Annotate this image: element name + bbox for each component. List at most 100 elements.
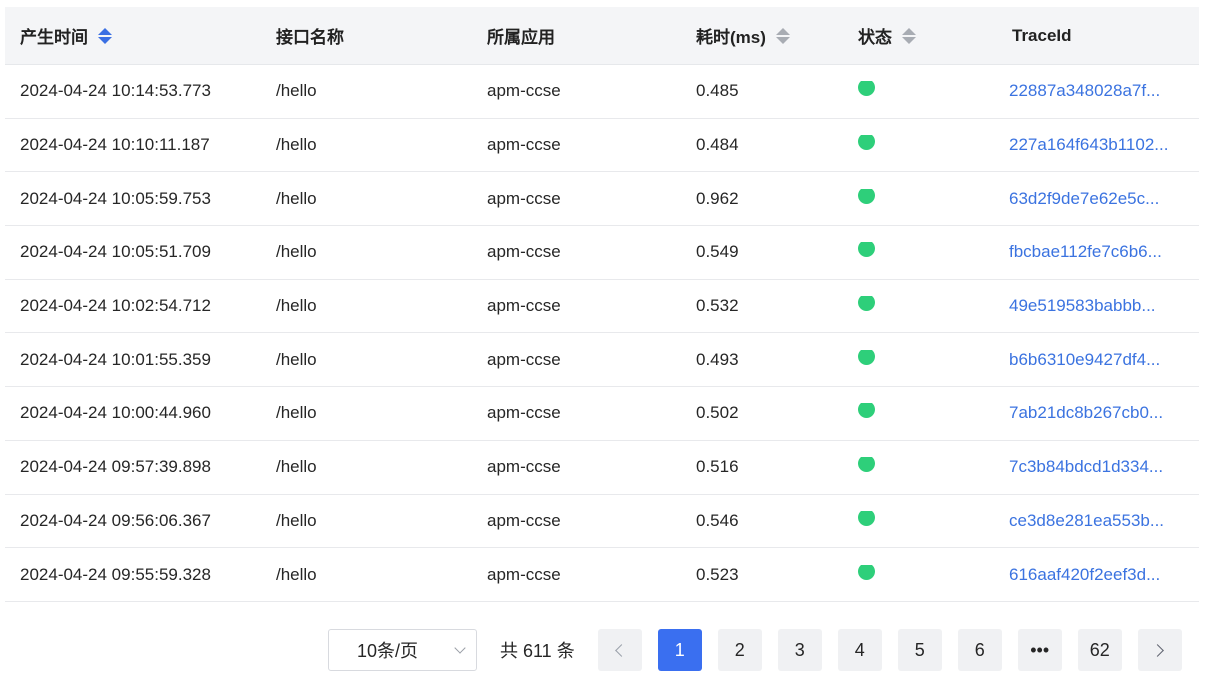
cell-app: apm-ccse bbox=[487, 188, 561, 208]
table-row: 2024-04-24 10:02:54.712/hello apm-ccse 0.5… bbox=[5, 280, 1199, 334]
cell-status bbox=[845, 296, 993, 316]
sort-icon[interactable] bbox=[775, 27, 790, 44]
cell-duration: 0.493 bbox=[696, 349, 739, 369]
next-page-button[interactable] bbox=[1137, 629, 1182, 671]
cell-duration: 0.516 bbox=[696, 457, 739, 477]
cell-time: 2024-04-24 10:01:55.359 bbox=[20, 349, 211, 369]
cell-api: /hello bbox=[276, 81, 317, 101]
cell-status bbox=[845, 242, 993, 262]
sort-icon[interactable] bbox=[98, 27, 112, 44]
cell-duration: 0.962 bbox=[696, 188, 739, 208]
traceid-link[interactable]: 63d2f9de7e62e5c... bbox=[993, 189, 1199, 209]
cell-app: apm-ccse bbox=[487, 564, 561, 584]
cell-status bbox=[845, 135, 993, 155]
status-dot-icon bbox=[858, 457, 875, 473]
cell-app: apm-ccse bbox=[487, 349, 561, 369]
cell-status bbox=[845, 403, 993, 423]
page-button[interactable]: 6 bbox=[957, 629, 1002, 671]
cell-status bbox=[845, 188, 993, 209]
table-row: 2024-04-24 10:05:51.709/hello apm-ccse 0.5… bbox=[5, 226, 1199, 280]
traceid-link[interactable]: 7c3b84bdcd1d334... bbox=[993, 457, 1199, 477]
cell-status bbox=[845, 349, 993, 370]
traceid-link[interactable]: 227a164f643b1102... bbox=[993, 135, 1199, 155]
column-header-api: 接口名称 bbox=[276, 28, 344, 47]
cell-status bbox=[845, 510, 993, 531]
table-row: 2024-04-24 10:14:53.773/hello apm-ccse 0.4… bbox=[5, 65, 1199, 119]
table-body: 2024-04-24 10:14:53.773/hello apm-ccse 0.4… bbox=[5, 65, 1199, 602]
cell-api: /hello bbox=[276, 135, 317, 155]
pagination: 10条/页 共 611 条 1 2 3 4 5 6 ••• 62 bbox=[328, 629, 1182, 671]
cell-app: apm-ccse bbox=[487, 457, 561, 477]
cell-status bbox=[845, 81, 993, 101]
cell-time: 2024-04-24 10:14:53.773 bbox=[20, 81, 211, 101]
status-dot-icon bbox=[858, 564, 875, 580]
cell-duration: 0.549 bbox=[696, 242, 739, 262]
cell-time: 2024-04-24 10:05:51.709 bbox=[20, 242, 211, 262]
cell-api: /hello bbox=[276, 296, 317, 316]
status-dot-icon bbox=[858, 296, 875, 312]
cell-app: apm-ccse bbox=[487, 81, 561, 101]
status-dot-icon bbox=[858, 242, 875, 258]
cell-time: 2024-04-24 10:05:59.753 bbox=[20, 188, 211, 208]
page-button[interactable]: 5 bbox=[897, 629, 942, 671]
table-row: 2024-04-24 10:01:55.359/hello apm-ccse 0.4… bbox=[5, 333, 1199, 388]
more-pages-button[interactable]: ••• bbox=[1017, 629, 1062, 671]
cell-status bbox=[845, 564, 993, 585]
cell-time: 2024-04-24 10:00:44.960 bbox=[20, 403, 211, 423]
cell-app: apm-ccse bbox=[487, 510, 561, 530]
status-dot-icon bbox=[858, 188, 875, 204]
page-button[interactable]: 1 bbox=[657, 629, 702, 671]
traceid-link[interactable]: ce3d8e281ea553b... bbox=[993, 511, 1199, 531]
traceid-link[interactable]: fbcbae112fe7c6b6... bbox=[993, 242, 1199, 262]
cell-app: apm-ccse bbox=[487, 135, 561, 155]
chevron-right-icon bbox=[1151, 643, 1165, 657]
cell-duration: 0.484 bbox=[696, 135, 739, 155]
cell-time: 2024-04-24 09:55:59.328 bbox=[20, 564, 211, 584]
cell-api: /hello bbox=[276, 510, 317, 530]
sort-icon[interactable] bbox=[902, 27, 916, 44]
column-header-traceid: TraceId bbox=[1012, 25, 1072, 45]
table-header: 产生时间 接口名称 所属应用 耗时(ms) 状态 TraceId bbox=[5, 7, 1199, 65]
cell-duration: 0.485 bbox=[696, 81, 739, 101]
cell-api: /hello bbox=[276, 188, 317, 208]
cell-time: 2024-04-24 09:56:06.367 bbox=[20, 510, 211, 530]
page-size-select[interactable]: 10条/页 bbox=[328, 629, 477, 671]
status-dot-icon bbox=[858, 403, 875, 419]
column-header-duration[interactable]: 耗时(ms) bbox=[681, 7, 845, 64]
status-dot-icon bbox=[858, 349, 875, 365]
traceid-link[interactable]: 49e519583babbb... bbox=[993, 296, 1199, 316]
traceid-link[interactable]: 7ab21dc8b267cb0... bbox=[993, 403, 1199, 423]
cell-api: /hello bbox=[276, 403, 317, 423]
trace-table: 产生时间 接口名称 所属应用 耗时(ms) 状态 TraceId 2024-04… bbox=[5, 7, 1199, 602]
page-button[interactable]: 3 bbox=[777, 629, 822, 671]
page-button[interactable]: 4 bbox=[837, 629, 882, 671]
cell-app: apm-ccse bbox=[487, 403, 561, 423]
traceid-link[interactable]: b6b6310e9427df4... bbox=[993, 350, 1199, 370]
page-list: 1 2 3 4 5 6 ••• 62 bbox=[657, 629, 1138, 671]
cell-app: apm-ccse bbox=[487, 296, 561, 316]
column-header-time[interactable]: 产生时间 bbox=[5, 7, 261, 64]
traceid-link[interactable]: 616aaf420f2eef3d... bbox=[993, 565, 1199, 585]
column-header-app: 所属应用 bbox=[487, 28, 555, 47]
cell-time: 2024-04-24 09:57:39.898 bbox=[20, 457, 211, 477]
column-header-status[interactable]: 状态 bbox=[845, 7, 993, 64]
page-button[interactable]: 2 bbox=[717, 629, 762, 671]
status-dot-icon bbox=[858, 135, 875, 151]
chevron-down-icon bbox=[454, 642, 466, 654]
status-dot-icon bbox=[858, 510, 875, 526]
page-button[interactable]: 62 bbox=[1077, 629, 1122, 671]
table-row: 2024-04-24 10:05:59.753/hello apm-ccse 0.9… bbox=[5, 172, 1199, 227]
status-dot-icon bbox=[858, 81, 875, 97]
cell-api: /hello bbox=[276, 457, 317, 477]
total-count: 共 611 条 bbox=[500, 641, 575, 661]
cell-duration: 0.502 bbox=[696, 403, 739, 423]
cell-api: /hello bbox=[276, 349, 317, 369]
table-row: 2024-04-24 10:10:11.187/hello apm-ccse 0.4… bbox=[5, 119, 1199, 173]
prev-page-button[interactable] bbox=[597, 629, 642, 671]
cell-api: /hello bbox=[276, 564, 317, 584]
traceid-link[interactable]: 22887a348028a7f... bbox=[993, 81, 1199, 101]
cell-app: apm-ccse bbox=[487, 242, 561, 262]
table-row: 2024-04-24 09:57:39.898/hello apm-ccse 0.5… bbox=[5, 441, 1199, 495]
cell-status bbox=[845, 457, 993, 477]
chevron-left-icon bbox=[615, 643, 629, 657]
